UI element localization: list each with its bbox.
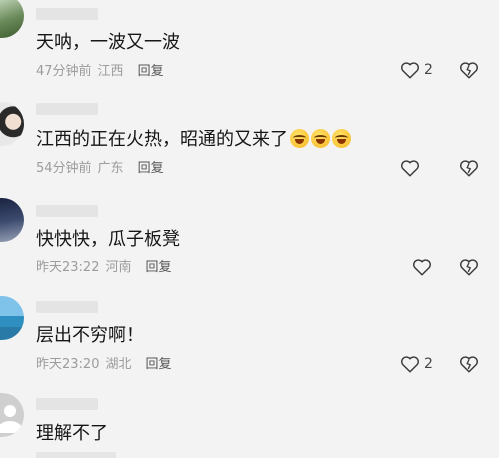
default-avatar-icon [0, 405, 24, 433]
like-count: 2 [424, 356, 433, 372]
comment-time: 昨天23:20 [36, 357, 100, 372]
broken-heart-icon [459, 160, 479, 181]
avatar[interactable] [0, 198, 24, 242]
comment-location: 湖北 [105, 357, 132, 372]
dislike-button[interactable] [459, 61, 479, 83]
like-count: 2 [424, 62, 433, 78]
comment-text: 层出不穷啊！ [36, 325, 144, 346]
dislike-button[interactable] [459, 258, 479, 280]
reply-button[interactable]: 回复 [145, 260, 171, 275]
like-button[interactable]: 2 [400, 355, 433, 373]
reply-button[interactable]: 回复 [138, 161, 164, 176]
laugh-cry-emoji [290, 129, 309, 148]
avatar[interactable] [0, 393, 24, 437]
broken-heart-icon [459, 356, 479, 377]
comment-time: 54分钟前 [36, 161, 92, 176]
comment-location: 江西 [97, 64, 124, 79]
broken-heart-icon [459, 62, 479, 83]
heart-outline-icon [400, 355, 420, 373]
comment-text: 江西的正在火热，昭通的又来了 [36, 128, 351, 152]
username[interactable] [36, 103, 98, 115]
comment-location: 河南 [105, 260, 132, 275]
comment-meta: 54分钟前 广东 回复 [36, 160, 164, 178]
username[interactable] [36, 205, 98, 217]
avatar[interactable] [0, 102, 24, 146]
laugh-cry-emoji [332, 129, 351, 148]
like-button[interactable] [400, 159, 420, 177]
like-button[interactable] [412, 258, 432, 276]
dislike-button[interactable] [459, 159, 479, 181]
comment-text: 理解不了 [36, 423, 108, 444]
reply-button[interactable]: 回复 [145, 357, 171, 372]
dislike-button[interactable] [459, 355, 479, 377]
username[interactable] [36, 398, 98, 410]
comment-time: 昨天23:22 [36, 260, 100, 275]
comment-text: 快快快，瓜子板凳 [36, 229, 180, 250]
heart-outline-icon [400, 61, 420, 79]
like-button[interactable]: 2 [400, 61, 433, 79]
broken-heart-icon [459, 259, 479, 280]
username[interactable] [36, 301, 98, 313]
comment-meta: 47分钟前 江西 回复 [36, 63, 164, 81]
avatar[interactable] [0, 0, 24, 38]
comment-meta-partial [36, 452, 116, 458]
username[interactable] [36, 8, 98, 20]
comment-meta: 昨天23:20 湖北 回复 [36, 356, 172, 374]
heart-outline-icon [412, 258, 432, 276]
comment-text-content: 江西的正在火热，昭通的又来了 [36, 129, 288, 150]
reply-button[interactable]: 回复 [138, 64, 164, 79]
comment-text: 天呐，一波又一波 [36, 32, 180, 53]
comment-location: 广东 [97, 161, 124, 176]
avatar[interactable] [0, 296, 24, 340]
comment-meta: 昨天23:22 河南 回复 [36, 259, 172, 277]
heart-outline-icon [400, 159, 420, 177]
comment-time: 47分钟前 [36, 64, 92, 79]
laugh-cry-emoji [311, 129, 330, 148]
